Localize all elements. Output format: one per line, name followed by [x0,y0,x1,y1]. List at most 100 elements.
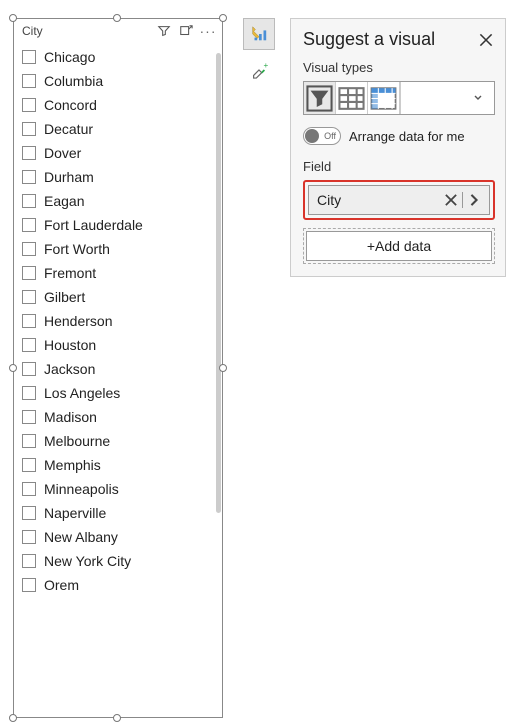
list-item[interactable]: Memphis [20,453,218,477]
add-data-label: +Add data [367,238,431,254]
list-item[interactable]: Fremont [20,261,218,285]
checkbox[interactable] [22,146,36,160]
separator [462,192,463,208]
visual-types-label: Visual types [303,60,495,75]
checkbox[interactable] [22,266,36,280]
checkbox[interactable] [22,338,36,352]
city-label: New York City [44,553,131,569]
list-item[interactable]: Dover [20,141,218,165]
city-label: Jackson [44,361,95,377]
checkbox[interactable] [22,482,36,496]
field-menu-chevron-icon[interactable] [465,191,483,209]
checkbox[interactable] [22,434,36,448]
list-item[interactable]: Decatur [20,117,218,141]
list-item[interactable]: Fort Worth [20,237,218,261]
checkbox[interactable] [22,122,36,136]
city-label: Naperville [44,505,106,521]
list-item[interactable]: Los Angeles [20,381,218,405]
resize-handle[interactable] [9,364,17,372]
toggle-knob [305,129,319,143]
city-list: Chicago Columbia Concord Decatur Dover Durham… [14,43,222,601]
city-label: Concord [44,97,97,113]
resize-handle[interactable] [113,714,121,722]
side-toolbar: + [243,18,278,86]
slicer-body: Chicago Columbia Concord Decatur Dover Durham… [14,43,222,715]
add-data-button[interactable]: +Add data [306,231,492,261]
field-well-highlight: City [303,180,495,220]
city-label: Decatur [44,121,93,137]
checkbox[interactable] [22,74,36,88]
list-item[interactable]: Melbourne [20,429,218,453]
list-item[interactable]: Chicago [20,45,218,69]
resize-handle[interactable] [113,14,121,22]
field-name: City [317,192,442,208]
city-label: Los Angeles [44,385,120,401]
list-item[interactable]: Minneapolis [20,477,218,501]
arrange-toggle[interactable]: Off [303,127,341,145]
city-label: Houston [44,337,96,353]
city-label: Dover [44,145,81,161]
city-label: Eagan [44,193,84,209]
checkbox[interactable] [22,218,36,232]
checkbox[interactable] [22,458,36,472]
toggle-state: Off [324,131,336,141]
resize-handle[interactable] [219,364,227,372]
list-item[interactable]: Madison [20,405,218,429]
list-item[interactable]: Columbia [20,69,218,93]
filter-icon[interactable] [156,23,172,39]
city-label: Henderson [44,313,113,329]
more-options-icon[interactable]: ··· [200,23,216,39]
resize-handle[interactable] [9,14,17,22]
checkbox[interactable] [22,386,36,400]
checkbox[interactable] [22,290,36,304]
city-label: Melbourne [44,433,110,449]
focus-mode-icon[interactable] [178,23,194,39]
list-item[interactable]: Eagan [20,189,218,213]
checkbox[interactable] [22,98,36,112]
resize-handle[interactable] [219,14,227,22]
visual-types-dropdown[interactable] [400,82,494,114]
list-item[interactable]: Henderson [20,309,218,333]
list-item[interactable]: Orem [20,573,218,597]
list-item[interactable]: Houston [20,333,218,357]
list-item[interactable]: New Albany [20,525,218,549]
checkbox[interactable] [22,530,36,544]
checkbox[interactable] [22,410,36,424]
city-label: Fort Lauderdale [44,217,143,233]
field-pill[interactable]: City [308,185,490,215]
checkbox[interactable] [22,554,36,568]
suggest-visual-tab[interactable] [243,18,275,50]
visual-type-slicer[interactable] [304,82,336,114]
city-label: Chicago [44,49,95,65]
list-item[interactable]: Concord [20,93,218,117]
list-item[interactable]: Gilbert [20,285,218,309]
visual-type-matrix[interactable] [368,82,400,114]
list-item[interactable]: Naperville [20,501,218,525]
close-icon[interactable] [477,31,495,49]
list-item[interactable]: Durham [20,165,218,189]
checkbox[interactable] [22,506,36,520]
remove-field-icon[interactable] [442,191,460,209]
visual-types-row [303,81,495,115]
checkbox[interactable] [22,362,36,376]
checkbox[interactable] [22,578,36,592]
city-label: New Albany [44,529,118,545]
checkbox[interactable] [22,314,36,328]
slicer-header: City ··· [14,19,222,43]
checkbox[interactable] [22,170,36,184]
list-item[interactable]: New York City [20,549,218,573]
city-label: Minneapolis [44,481,119,497]
city-label: Orem [44,577,79,593]
checkbox[interactable] [22,50,36,64]
scrollbar[interactable] [216,53,221,513]
checkbox[interactable] [22,194,36,208]
checkbox[interactable] [22,242,36,256]
visual-type-table[interactable] [336,82,368,114]
format-visual-tab[interactable]: + [243,54,275,86]
list-item[interactable]: Fort Lauderdale [20,213,218,237]
list-item[interactable]: Jackson [20,357,218,381]
city-label: Gilbert [44,289,85,305]
resize-handle[interactable] [9,714,17,722]
city-label: Columbia [44,73,103,89]
field-label: Field [303,159,495,174]
